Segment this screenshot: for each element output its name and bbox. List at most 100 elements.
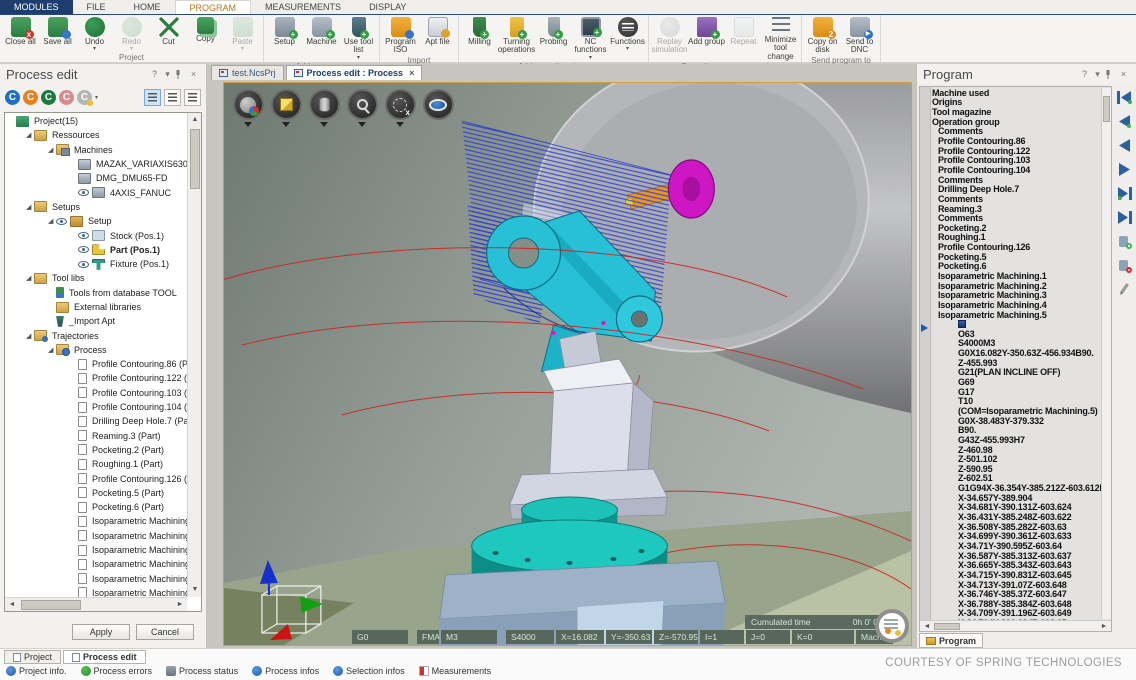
status-bar-item[interactable]: Project info. [6,666,67,676]
tree-item[interactable]: ◢ Machines [5,143,187,157]
tree-item[interactable]: ◢ MAZAK_VARIAXIS630 [5,157,187,171]
tree-item[interactable]: ◢ Part (Pos.1) [5,243,187,257]
visibility-eye-icon[interactable] [78,246,89,253]
program-line[interactable]: Isoparametric Machining.1 [932,271,1101,281]
ribbon-button[interactable]: Machine [303,16,340,61]
status-bar-item[interactable]: Process status [166,666,238,676]
ribbon-button[interactable]: Program ISO [382,16,419,55]
pin-icon[interactable] [174,70,187,79]
program-line[interactable]: X-36.746Y-385.37Z-603.647 [932,589,1101,599]
program-line[interactable]: Z-455.993 [932,358,1101,368]
program-line[interactable]: X-36.431Y-385.248Z-603.622 [932,512,1101,522]
tree-item[interactable]: ◢ External libraries [5,300,187,314]
dropdown-caret-icon[interactable]: ▾ [95,94,98,101]
program-line[interactable]: Isoparametric Machining.2 [932,281,1101,291]
tree-horizontal-scrollbar[interactable]: ◄ ► [5,597,187,611]
process-action-gray-icon[interactable]: C [77,90,92,105]
program-line[interactable]: Comments [932,175,1101,185]
panel-tab[interactable]: Project [4,650,61,664]
ribbon-button[interactable]: Replay simulation [651,16,688,61]
visibility-eye-icon[interactable] [56,218,67,225]
stock-view-button[interactable] [306,89,342,127]
ribbon-button[interactable]: NC functions ▾ [572,16,609,61]
tree-item[interactable]: ◢ Pocketing.5 (Part) [5,486,187,500]
scroll-up-icon[interactable]: ▲ [188,113,202,127]
skip-to-end-button[interactable] [1116,210,1133,225]
scrollbar-thumb[interactable] [1103,96,1110,122]
ribbon-button[interactable]: Turning operations [498,16,535,61]
program-line[interactable]: Roughing.1 [932,233,1101,243]
process-action-red-icon[interactable]: C [59,90,74,105]
program-line[interactable]: Z-602.51 [932,474,1101,484]
program-line[interactable]: O63 [932,329,1101,339]
tree-item[interactable]: ◢ Setups [5,200,187,214]
machine-state-dial-icon[interactable] [875,609,909,643]
program-line[interactable] [932,319,1101,329]
program-line[interactable]: Profile Contouring.104 [932,165,1101,175]
program-line[interactable]: X-36.508Y-385.282Z-603.63 [932,522,1101,532]
ribbon-button[interactable]: Use tool list ▾ [340,16,377,61]
program-line[interactable]: X-34.713Y-391.07Z-603.648 [932,580,1101,590]
ribbon-button[interactable]: Undo ▾ [76,16,113,52]
tree-item[interactable]: ◢ Reaming.3 (Part) [5,429,187,443]
selection-button[interactable] [382,89,418,127]
tree-item[interactable]: ◢ Ressources [5,128,187,142]
program-line[interactable]: Comments [932,194,1101,204]
dropdown-caret-icon[interactable] [396,122,404,127]
program-line[interactable]: X-34.699Y-390.361Z-603.633 [932,531,1101,541]
program-vertical-scrollbar[interactable] [1101,88,1111,619]
ribbon-button[interactable]: Close all [2,16,39,52]
expander-icon[interactable]: ◢ [48,217,56,225]
program-line[interactable]: X-34.715Y-390.831Z-603.645 [932,570,1101,580]
3d-viewport[interactable]: G0FMAXM3S4000X=16.082Y=-350.63Z=-570.95I… [223,82,912,646]
ribbon-tab[interactable]: FILE [73,0,120,14]
program-line[interactable]: Profile Contouring.126 [932,242,1101,252]
program-line[interactable]: Isoparametric Machining.4 [932,300,1101,310]
tree-item[interactable]: ◢ Pocketing.6 (Part) [5,500,187,514]
apply-button[interactable]: Apply [72,624,130,640]
tree-item[interactable]: ◢ Tool libs [5,271,187,285]
dropdown-caret-icon[interactable] [244,122,252,127]
tree-item[interactable]: ◢ Pocketing.2 (Part) [5,443,187,457]
tree-vertical-scrollbar[interactable]: ▲ ▼ [187,113,201,597]
program-line[interactable]: G0X-38.483Y-379.332 [932,416,1101,426]
ribbon-button[interactable]: Probing [535,16,572,61]
program-line[interactable]: Isoparametric Machining.3 [932,290,1101,300]
expander-icon[interactable]: ◢ [48,346,56,354]
play-forward-button[interactable] [1116,162,1133,177]
program-line[interactable]: Z-590.95 [932,464,1101,474]
process-action-green-icon[interactable]: C [41,90,56,105]
ribbon-button[interactable]: Milling [461,16,498,61]
close-tab-icon[interactable]: × [409,68,414,78]
dropdown-caret-icon[interactable] [282,122,290,127]
expander-icon[interactable]: ◢ [48,146,56,154]
tree-item[interactable]: ◢ Isoparametric Machining.5 (Part) [5,572,187,586]
rotate-view-button[interactable] [420,89,456,127]
program-line[interactable]: Tool magazine [932,107,1101,117]
ribbon-button[interactable]: Copy on disk [804,16,841,55]
scroll-right-icon[interactable]: ► [1097,620,1111,632]
program-line[interactable]: Pocketing.5 [932,252,1101,262]
ribbon-tab[interactable]: MODULES [0,0,73,14]
ribbon-button[interactable]: Save all [39,16,76,52]
tree-item[interactable]: ◢ Profile Contouring.86 (Part) [5,357,187,371]
program-line[interactable]: Drilling Deep Hole.7 [932,184,1101,194]
panel-tab[interactable]: Process edit [63,650,146,664]
ribbon-button[interactable]: Redo ▾ [113,16,150,52]
scrollbar-thumb[interactable] [190,129,200,189]
program-line[interactable]: S4000M3 [932,339,1101,349]
tree-item[interactable]: ◢ Profile Contouring.104 (Part) [5,400,187,414]
program-line[interactable]: Comments [932,213,1101,223]
tree-item[interactable]: ◢ Setup [5,214,187,228]
close-panel-button[interactable]: × [1117,69,1130,79]
ribbon-button[interactable]: Minimize tool change [762,16,799,61]
tree-item[interactable]: ◢ Isoparametric Machining.6 (Part) [5,586,187,597]
tree-item[interactable]: ◢ Drilling Deep Hole.7 (Part) [5,414,187,428]
status-bar-item[interactable]: Process infos [252,666,319,676]
tree-item[interactable]: ◢ Fixture (Pos.1) [5,257,187,271]
program-line[interactable]: Pocketing.6 [932,262,1101,272]
ribbon-tab[interactable]: HOME [120,0,175,14]
tree-item[interactable]: ◢ DMG_DMU65-FD [5,171,187,185]
program-line[interactable]: X-34.657Y-389.904 [932,493,1101,503]
ribbon-tab[interactable]: DISPLAY [355,0,420,14]
